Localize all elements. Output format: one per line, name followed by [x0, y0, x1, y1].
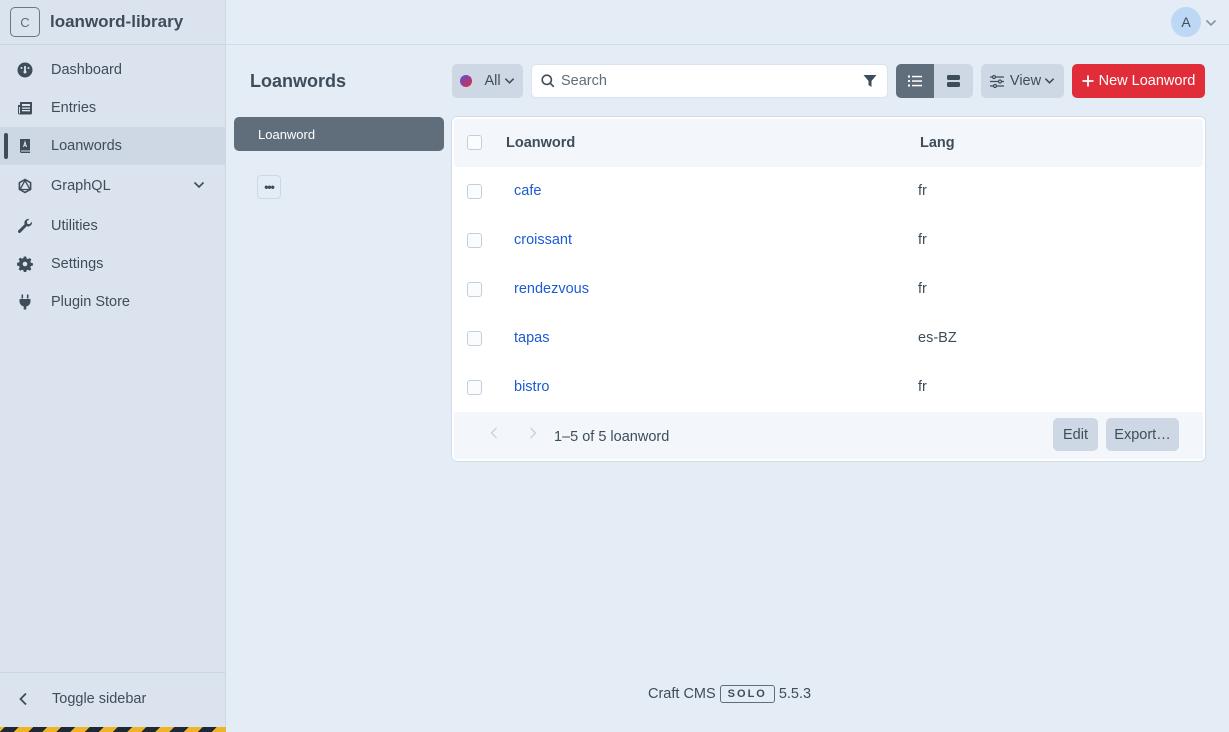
row-checkbox[interactable]	[467, 184, 482, 199]
sidebar-item-dashboard[interactable]: Dashboard	[0, 51, 225, 89]
row-checkbox[interactable]	[467, 282, 482, 297]
table-header: Loanword Lang	[454, 119, 1203, 167]
toolbar: All View New Loanword	[452, 64, 1205, 98]
sidebar-item-label: Settings	[51, 256, 104, 272]
edition-badge: SOLO	[719, 685, 775, 703]
sidebar-item-label: Dashboard	[51, 62, 122, 78]
view-label: View	[1009, 73, 1042, 89]
row-checkbox[interactable]	[467, 331, 482, 346]
status-filter-button[interactable]: All	[452, 64, 523, 98]
site-name: loanword-library	[50, 12, 184, 31]
site-icon: C	[10, 7, 40, 37]
status-dot-icon	[460, 75, 473, 87]
source-actions-button[interactable]: •••	[257, 175, 281, 199]
sidebar-item-label: GraphQL	[51, 178, 111, 194]
prev-page-icon[interactable]	[490, 426, 498, 442]
page-title: Loanwords	[250, 71, 347, 91]
gauge-icon	[16, 61, 34, 79]
search-input[interactable]	[561, 73, 851, 89]
sidebar-footer: Toggle sidebar	[0, 672, 225, 732]
top-bar: A	[226, 0, 1229, 45]
sidebar-item-label: Plugin Store	[51, 294, 130, 310]
newspaper-icon	[16, 99, 34, 117]
table-row: rendezvous fr	[452, 265, 1205, 314]
chevron-left-icon	[18, 692, 32, 706]
table-row: bistro fr	[452, 363, 1205, 412]
plug-icon	[16, 293, 34, 311]
version: 5.5.3	[778, 686, 812, 702]
new-loanword-label: New Loanword	[1098, 73, 1196, 89]
sliders-icon	[989, 74, 1004, 88]
dev-mode-stripe	[0, 727, 226, 732]
select-all-checkbox[interactable]	[467, 135, 482, 150]
search-icon	[541, 74, 555, 88]
sidebar-item-label: Entries	[51, 100, 97, 116]
entry-link[interactable]: croissant	[514, 232, 572, 248]
lang-cell: es-BZ	[918, 330, 957, 346]
product-name: Craft CMS	[648, 686, 716, 702]
app-footer: Craft CMS SOLO 5.5.3	[648, 685, 811, 703]
filter-icon[interactable]	[863, 74, 877, 91]
entry-link[interactable]: tapas	[514, 330, 549, 346]
table-row: cafe fr	[452, 167, 1205, 216]
entry-link[interactable]: bistro	[514, 379, 549, 395]
user-menu[interactable]: A	[1171, 7, 1217, 37]
edit-button[interactable]: Edit	[1053, 418, 1098, 451]
sidebar: C loanword-library Dashboard Entries Loa…	[0, 0, 226, 732]
lang-cell: fr	[918, 379, 927, 395]
avatar: A	[1171, 7, 1201, 37]
structure-view-button[interactable]	[934, 64, 973, 98]
row-checkbox[interactable]	[467, 233, 482, 248]
row-checkbox[interactable]	[467, 380, 482, 395]
site-header[interactable]: C loanword-library	[0, 0, 225, 45]
view-options-button[interactable]: View	[981, 64, 1064, 98]
list-icon	[908, 75, 922, 87]
sidebar-item-utilities[interactable]: Utilities	[0, 207, 225, 245]
toggle-sidebar-label: Toggle sidebar	[52, 691, 147, 707]
sidebar-item-settings[interactable]: Settings	[0, 245, 225, 283]
sidebar-item-label: Loanwords	[51, 138, 122, 154]
next-page-icon[interactable]	[529, 426, 537, 442]
chevron-down-icon	[1044, 77, 1055, 85]
graphql-icon	[16, 177, 34, 195]
sidebar-item-plugin-store[interactable]: Plugin Store	[0, 283, 225, 321]
plus-icon	[1082, 75, 1094, 87]
table-footer: 1–5 of 5 loanword Edit Export…	[454, 412, 1203, 459]
table-row: tapas es-BZ	[452, 314, 1205, 363]
elements-table: Loanword Lang cafe fr croissant fr rende…	[452, 117, 1205, 461]
sidebar-item-label: Utilities	[51, 218, 98, 234]
lang-cell: fr	[918, 281, 927, 297]
table-row: croissant fr	[452, 216, 1205, 265]
column-header-loanword[interactable]: Loanword	[506, 135, 575, 151]
chevron-down-icon	[1205, 14, 1217, 30]
gear-icon	[16, 255, 34, 273]
new-loanword-button[interactable]: New Loanword	[1072, 64, 1205, 98]
table-view-button[interactable]	[896, 64, 934, 98]
search-box	[531, 64, 888, 98]
book-icon	[16, 137, 34, 155]
status-label: All	[484, 73, 501, 89]
chevron-down-icon[interactable]	[193, 177, 205, 193]
cards-icon	[947, 75, 960, 87]
result-count: 1–5 of 5 loanword	[554, 429, 670, 445]
wrench-icon	[16, 217, 34, 235]
toggle-sidebar-button[interactable]: Toggle sidebar	[0, 673, 225, 725]
sidebar-item-loanwords[interactable]: Loanwords	[0, 127, 225, 165]
lang-cell: fr	[918, 183, 927, 199]
entry-link[interactable]: cafe	[514, 183, 541, 199]
sidebar-item-graphql[interactable]: GraphQL	[0, 165, 225, 207]
source-item-loanword[interactable]: Loanword	[234, 117, 444, 151]
column-header-lang[interactable]: Lang	[920, 135, 955, 151]
entry-link[interactable]: rendezvous	[514, 281, 589, 297]
chevron-down-icon	[504, 77, 515, 85]
lang-cell: fr	[918, 232, 927, 248]
export-button[interactable]: Export…	[1106, 418, 1179, 451]
sidebar-item-entries[interactable]: Entries	[0, 89, 225, 127]
main-nav: Dashboard Entries Loanwords GraphQL Util…	[0, 51, 225, 321]
